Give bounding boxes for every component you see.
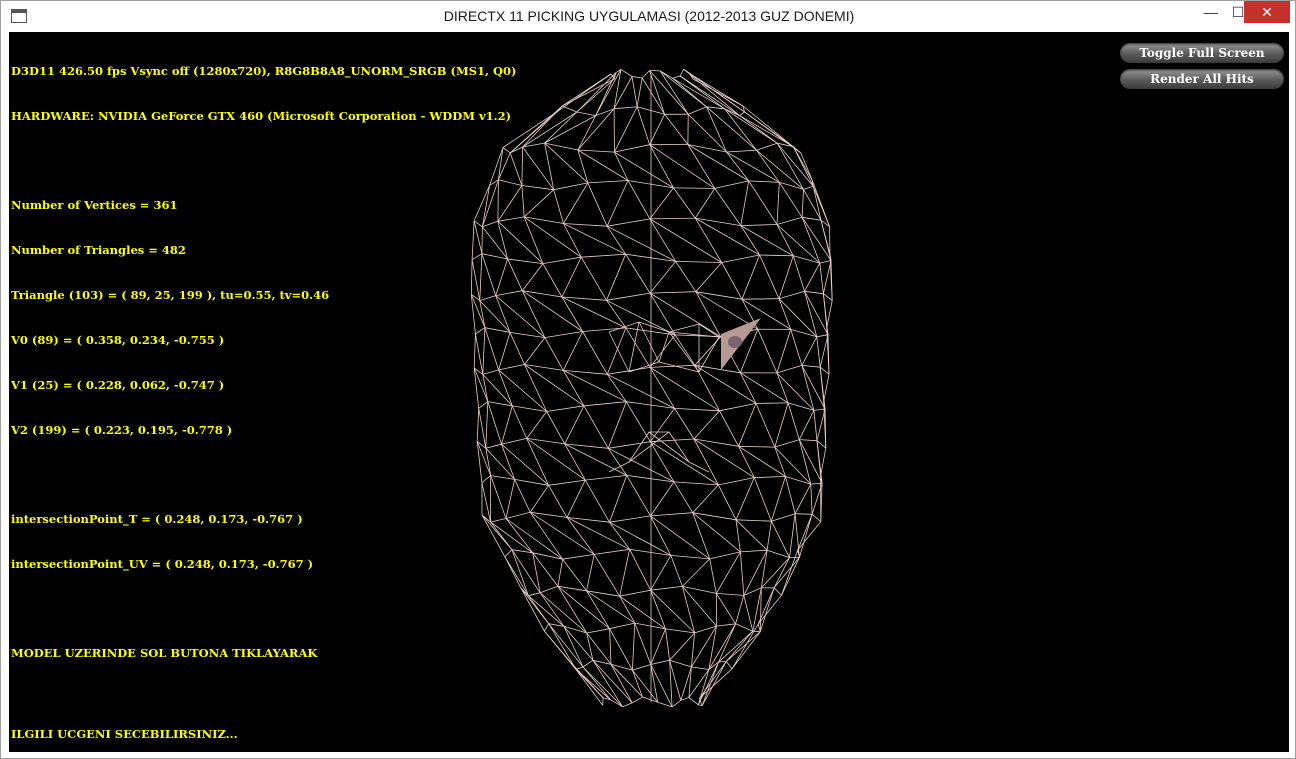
texture-eye-detail (728, 336, 742, 348)
render-all-hits-button[interactable]: Render All Hits (1120, 69, 1284, 89)
hud-triangle-count: Number of Triangles = 482 (11, 243, 186, 257)
toggle-full-screen-button[interactable]: Toggle Full Screen (1120, 43, 1284, 63)
hud-triangle-info: Triangle (103) = ( 89, 25, 199 ), tu=0.5… (11, 288, 330, 302)
hud-v0: V0 (89) = ( 0.358, 0.234, -0.755 ) (11, 333, 225, 347)
hud-vertex-count: Number of Vertices = 361 (11, 198, 178, 212)
hud-instruction-1: MODEL UZERINDE SOL BUTONA TIKLAYARAK (11, 646, 318, 660)
hud-intersection-uv: intersectionPoint_UV = ( 0.248, 0.173, -… (11, 557, 314, 571)
hud-v2: V2 (199) = ( 0.223, 0.195, -0.778 ) (11, 423, 233, 437)
hud-hardware: HARDWARE: NVIDIA GeForce GTX 460 (Micros… (11, 109, 512, 123)
hud-stats: D3D11 426.50 fps Vsync off (1280x720), R… (11, 64, 517, 78)
window-title: DIRECTX 11 PICKING UYGULAMASI (2012-2013… (443, 8, 855, 24)
hud-instruction-2: ILGILI UCGENI SECEBILIRSINIZ... (11, 727, 238, 741)
hud-v1: V1 (25) = ( 0.228, 0.062, -0.747 ) (11, 378, 225, 392)
render-viewport[interactable]: D3D11 426.50 fps Vsync off (1280x720), R… (9, 32, 1289, 752)
hud-overlay: D3D11 426.50 fps Vsync off (1280x720), R… (11, 34, 516, 752)
hud-intersection-t: intersectionPoint_T = ( 0.248, 0.173, -0… (11, 512, 303, 526)
title-bar[interactable]: DIRECTX 11 PICKING UYGULAMASI (2012-2013… (1, 1, 1295, 33)
close-button[interactable]: ✕ (1244, 1, 1290, 23)
app-window: DIRECTX 11 PICKING UYGULAMASI (2012-2013… (0, 0, 1296, 759)
